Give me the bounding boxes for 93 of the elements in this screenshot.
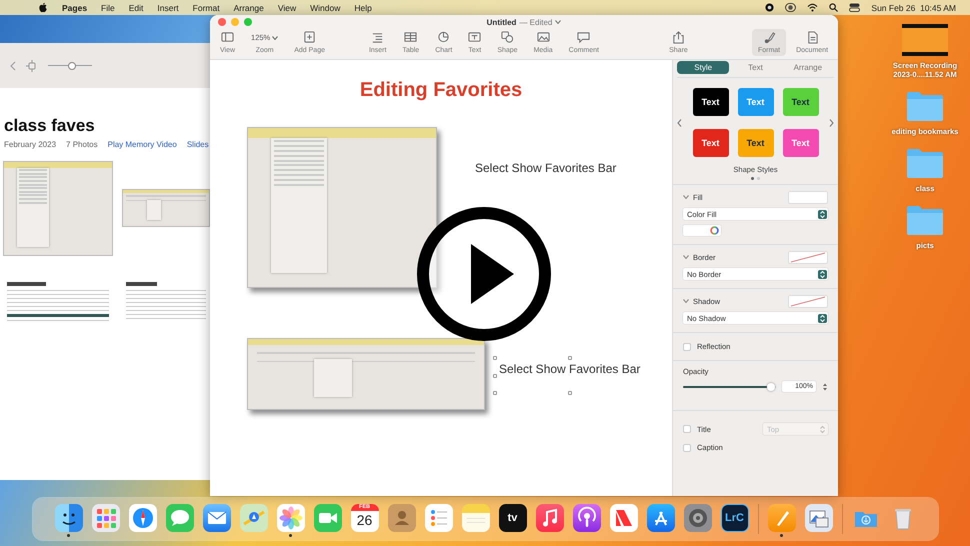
control-center-icon[interactable]	[849, 3, 860, 12]
shapes-icon	[500, 31, 514, 44]
back-chevron-icon[interactable]	[10, 60, 16, 70]
document-heading: Editing Favorites	[358, 78, 524, 103]
checklist-icon[interactable]	[424, 504, 452, 532]
envelope-icon[interactable]	[202, 504, 230, 532]
podcast-icon[interactable]	[572, 504, 600, 532]
shape-style[interactable]: Text	[782, 88, 818, 116]
opacity-slider[interactable]	[683, 382, 776, 390]
share-icon	[672, 31, 685, 44]
zoom-button[interactable]	[244, 18, 252, 26]
menu-bar-clock[interactable]: Sun Feb 26 10:45 AM	[871, 2, 956, 12]
photo-count: 7 Photos	[66, 140, 98, 149]
shape-style[interactable]: Text	[738, 88, 774, 116]
caret-icon	[272, 36, 278, 40]
reflection-checkbox[interactable]	[683, 342, 691, 350]
menu-item[interactable]: Edit	[128, 2, 144, 12]
inspector-tab[interactable]: Arrange	[782, 61, 834, 74]
shape-style[interactable]: Text	[692, 88, 728, 116]
menu-item[interactable]: File	[101, 2, 115, 12]
action-link[interactable]: Play Memory Video	[108, 140, 177, 149]
chart-icon	[437, 31, 450, 44]
menu-item[interactable]: Format	[192, 2, 220, 12]
gear-icon[interactable]	[684, 504, 712, 532]
sidebar-icon	[221, 31, 234, 44]
crop-icon[interactable]	[26, 60, 38, 72]
window-title: Untitled	[486, 18, 516, 26]
caret-icon[interactable]	[555, 20, 562, 24]
shape-style[interactable]: Text	[692, 129, 728, 157]
zoom-slider[interactable]	[48, 62, 92, 70]
record-icon[interactable]	[765, 3, 774, 12]
menu-item[interactable]: Arrange	[234, 2, 264, 12]
lrc-icon[interactable]: LrC	[720, 504, 748, 532]
map-icon[interactable]	[240, 504, 268, 532]
compass-icon[interactable]	[128, 504, 156, 532]
close-button[interactable]	[218, 18, 226, 26]
menu-item[interactable]: View	[278, 2, 296, 12]
stepper-icon	[818, 424, 827, 434]
wifi-icon[interactable]	[807, 3, 818, 12]
caption-checkbox[interactable]	[683, 444, 691, 452]
apple-logo-icon[interactable]	[38, 2, 48, 13]
app-grid-icon[interactable]	[92, 504, 120, 532]
inspector-tab[interactable]: Text	[729, 61, 782, 74]
chat-bubble-icon[interactable]	[166, 504, 194, 532]
page-dot[interactable]	[751, 177, 754, 180]
album-date: February 2023	[4, 140, 56, 149]
stepper-icon[interactable]	[822, 382, 828, 392]
step-caption[interactable]: Select Show Favorites Bar	[493, 356, 646, 395]
shape-style[interactable]: Text	[738, 129, 774, 157]
stepper-icon	[818, 270, 827, 278]
shape-style[interactable]: Text	[782, 129, 818, 157]
chevron-icon[interactable]	[683, 298, 689, 304]
photo-preview-icon[interactable]	[804, 504, 832, 532]
album-title: class faves	[3, 115, 96, 137]
chevron-icon[interactable]	[683, 194, 689, 200]
tv-icon[interactable]: tv	[498, 504, 526, 532]
color-wheel-icon[interactable]	[710, 226, 719, 235]
face-icon[interactable]	[54, 504, 82, 532]
control-icon[interactable]	[785, 3, 796, 12]
inspector-tab[interactable]: Style	[677, 61, 730, 74]
pen-icon[interactable]	[768, 504, 796, 532]
brush-icon	[762, 31, 776, 44]
address-book-icon[interactable]	[388, 504, 416, 532]
video-thumbnail[interactable]	[902, 24, 948, 56]
chevron-icon[interactable]	[683, 254, 689, 260]
news-icon[interactable]	[610, 504, 638, 532]
table-icon	[404, 31, 418, 44]
menu-item[interactable]: Help	[354, 2, 372, 12]
speech-bubble-icon	[577, 31, 590, 44]
no-color-swatch[interactable]	[788, 250, 828, 264]
document-icon	[806, 31, 819, 44]
stepper-icon	[818, 314, 827, 322]
menu-item[interactable]: Window	[310, 2, 340, 12]
search-icon[interactable]	[829, 3, 838, 12]
stepper-icon	[818, 210, 827, 218]
plus-icon	[303, 31, 316, 44]
picture-icon	[536, 31, 550, 44]
page-dot[interactable]	[757, 177, 760, 180]
no-color-swatch[interactable]	[788, 294, 828, 308]
action-link[interactable]: Slides	[186, 140, 209, 149]
edit-status[interactable]: — Edited	[519, 18, 552, 26]
play-button[interactable]	[416, 206, 552, 342]
step-caption[interactable]: Select Show Favorites Bar	[469, 155, 622, 194]
app-store-icon[interactable]	[646, 504, 674, 532]
app-menu[interactable]: Pages	[62, 2, 88, 12]
menu-item[interactable]: Insert	[157, 2, 179, 12]
color-well[interactable]	[683, 225, 721, 236]
color-swatch[interactable]	[788, 190, 828, 204]
music-note-icon[interactable]	[536, 504, 564, 532]
video-camera-icon[interactable]	[314, 504, 342, 532]
text-box-icon	[468, 31, 482, 44]
flower-icon[interactable]	[276, 504, 304, 532]
list-icon	[371, 31, 384, 44]
